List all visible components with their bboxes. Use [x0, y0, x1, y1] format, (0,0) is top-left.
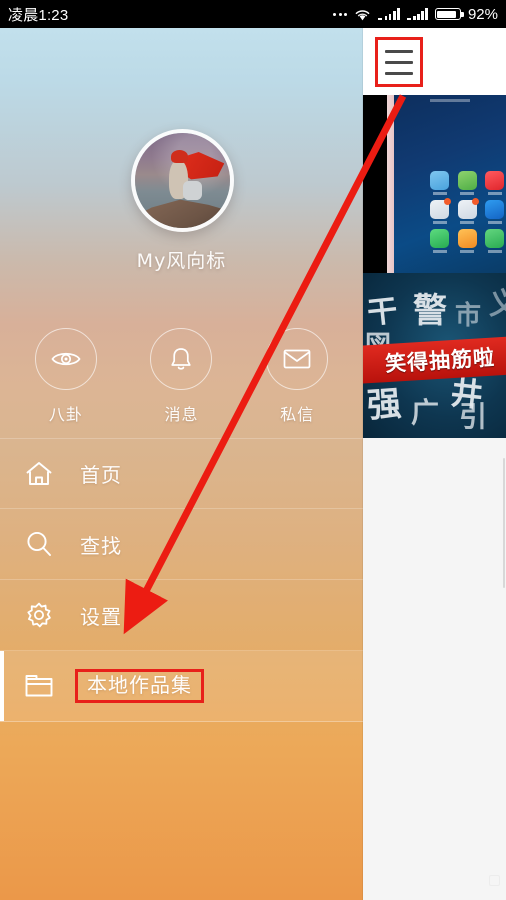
battery-percent: 92%: [467, 5, 498, 23]
app-icon: [483, 229, 506, 253]
shortcut-row: 八卦 消息 私信: [0, 328, 363, 425]
deco-char: 广: [411, 396, 440, 429]
search-icon: [22, 529, 56, 559]
hamburger-line: [385, 71, 413, 75]
shortcut-gossip[interactable]: 八卦: [20, 328, 112, 425]
app-icon: [428, 198, 452, 224]
hamburger-line: [385, 49, 413, 53]
folder-app-icon: [457, 198, 479, 219]
watermark-icon: [489, 875, 500, 886]
security-app-icon: [485, 200, 505, 219]
wifi-icon: [355, 9, 370, 20]
menu-item-label: 查找: [80, 533, 122, 558]
menu-item-home[interactable]: 首页: [0, 438, 363, 509]
app-icon: [483, 171, 506, 195]
drawer-menu: 首页 查找 设置 本地作品集: [0, 438, 363, 722]
deco-char: 引: [459, 400, 488, 433]
gallery-app-icon: [457, 171, 477, 190]
weather-app-icon: [430, 171, 450, 190]
avatar-pack: [182, 180, 202, 200]
avatar[interactable]: [131, 129, 234, 232]
envelope-icon: [266, 328, 329, 390]
signal-icon: [378, 8, 400, 20]
shortcut-label: 私信: [280, 405, 315, 424]
watermark: [489, 875, 500, 886]
status-clock: 凌晨1:23: [8, 6, 69, 24]
signal-icon: [407, 8, 428, 20]
navigation-drawer: My风向标 八卦 消息 私信 首页 查找 设置 本地作品集: [0, 28, 363, 900]
app-icon: [428, 171, 452, 195]
phone-bezel: [387, 95, 394, 273]
app-icon: [483, 200, 506, 224]
thumb-statusbar: [430, 99, 470, 102]
gear-icon: [22, 600, 56, 630]
deco-char: 市: [455, 301, 482, 331]
menu-item-label: 本地作品集: [75, 669, 204, 703]
shortcut-notifications[interactable]: 消息: [135, 328, 227, 425]
battery-icon: [434, 8, 464, 20]
username-label: My风向标: [136, 250, 227, 272]
video-thumbnail[interactable]: 干 警 市 义 図 井 强 广 引 笑得抽筋啦: [363, 273, 506, 438]
folder-icon: [22, 673, 56, 699]
status-icons: 92%: [333, 6, 498, 23]
home-icon: [22, 460, 56, 488]
notification-badge: [471, 198, 479, 205]
avatar-hair: [171, 150, 189, 164]
app-icon: [456, 229, 480, 253]
browser-app-icon: [485, 229, 505, 248]
menu-item-settings[interactable]: 设置: [0, 580, 363, 651]
app-icon: [456, 198, 480, 224]
phone-app-icon: [430, 229, 450, 248]
app-icon-grid: [428, 171, 506, 253]
messages-app-icon: [457, 229, 477, 248]
thumbnail-caption-text: 笑得抽筋啦: [384, 345, 496, 377]
hamburger-line: [385, 60, 413, 64]
status-bar: 凌晨1:23 92%: [0, 0, 506, 28]
avatar-image: [135, 133, 230, 228]
app-icon: [428, 229, 452, 253]
deco-char: 义: [489, 287, 506, 322]
menu-item-label: 设置: [80, 604, 122, 629]
phone-screenshot: [394, 95, 506, 273]
app-icon: [456, 171, 480, 195]
shortcut-label: 消息: [164, 405, 199, 424]
eye-icon: [34, 328, 97, 390]
phone-home-screen-thumbnail[interactable]: [363, 95, 506, 273]
folder-app-icon: [430, 198, 452, 219]
deco-char: 强: [365, 383, 403, 427]
notification-badge: [444, 198, 452, 205]
app-content-area: [363, 438, 506, 900]
hamburger-menu-icon[interactable]: [375, 37, 423, 87]
deco-char: 警: [413, 291, 447, 331]
bell-icon: [150, 328, 213, 390]
shortcut-messages[interactable]: 私信: [251, 328, 343, 425]
underlying-app-panel: 干 警 市 义 図 井 强 广 引 笑得抽筋啦: [363, 28, 506, 900]
app-topbar: [363, 28, 506, 95]
menu-item-search[interactable]: 查找: [0, 509, 363, 580]
menu-item-local-collection[interactable]: 本地作品集: [0, 651, 363, 722]
menu-item-label: 首页: [80, 463, 122, 487]
shortcut-label: 八卦: [48, 405, 83, 424]
more-dots-icon: [333, 12, 348, 16]
music-app-icon: [485, 171, 505, 190]
scrollbar[interactable]: [503, 458, 505, 588]
